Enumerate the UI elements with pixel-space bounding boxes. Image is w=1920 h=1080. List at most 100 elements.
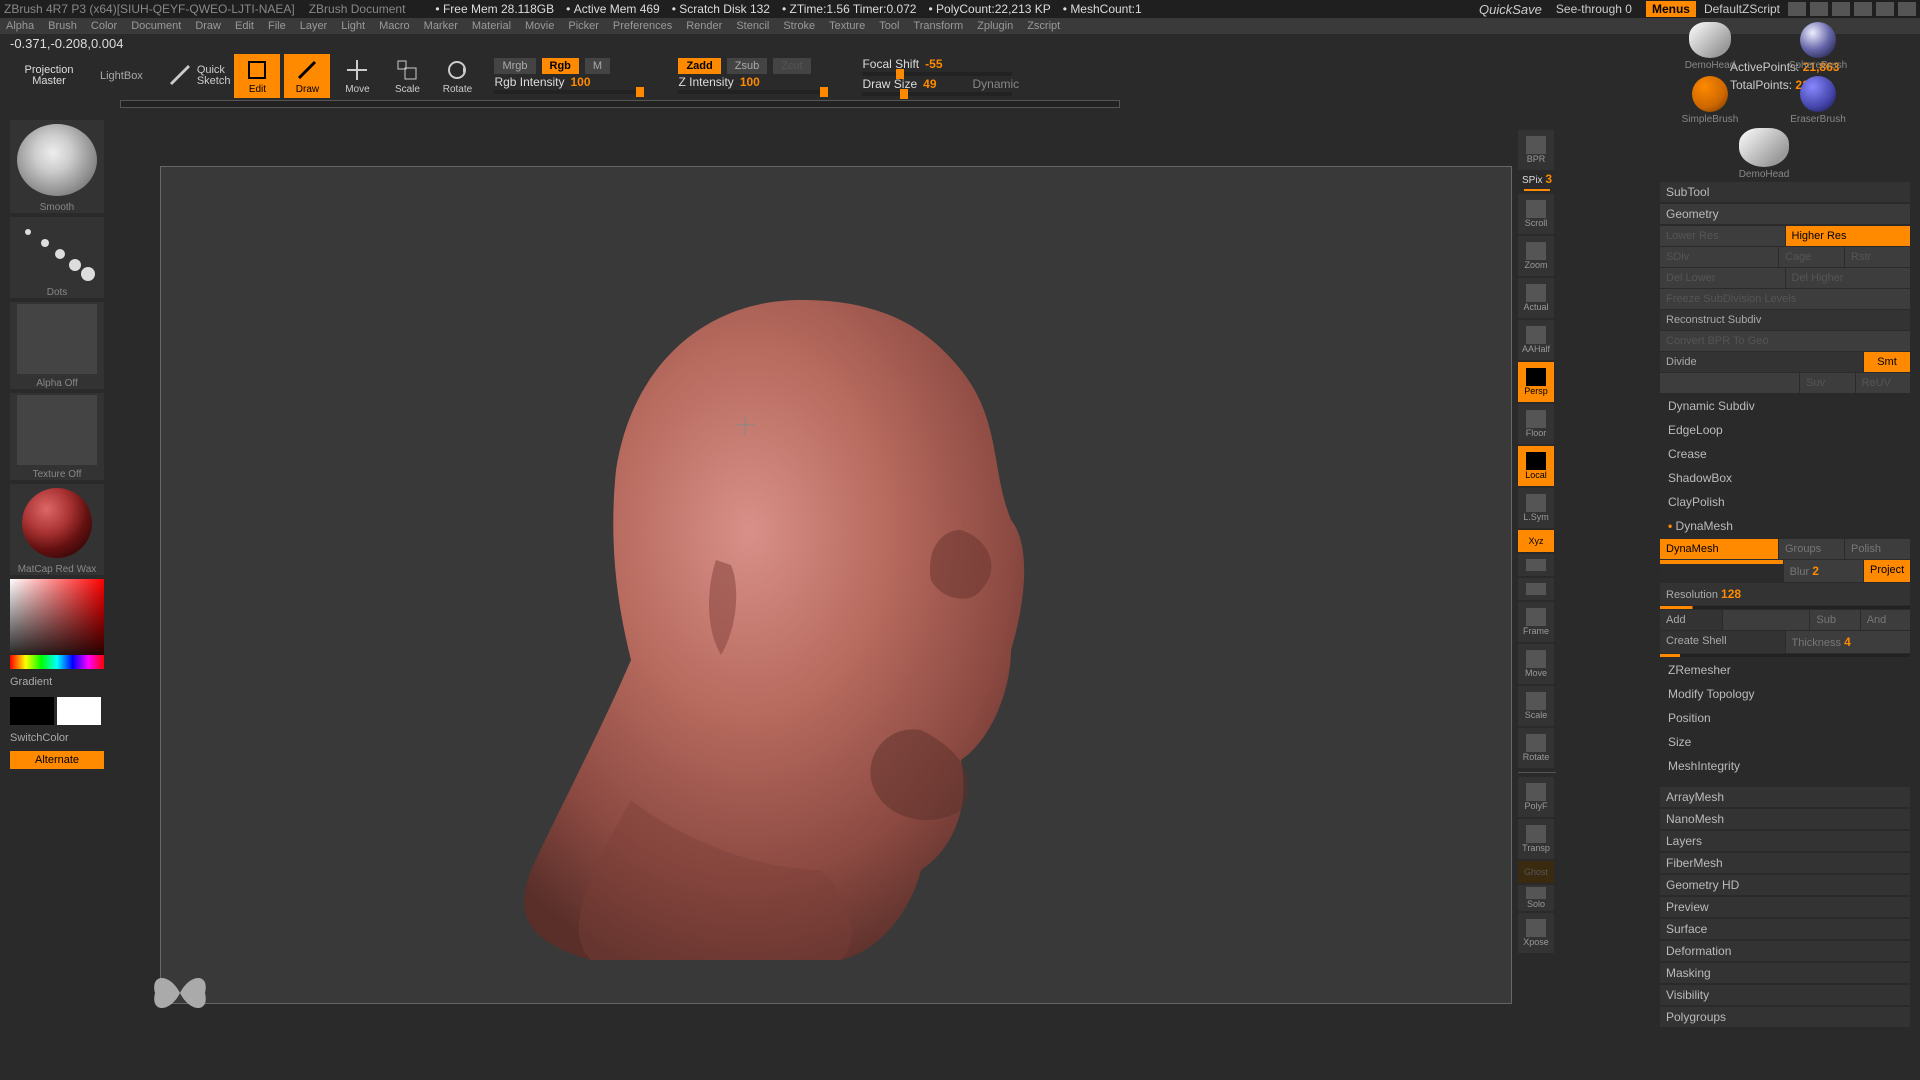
smt-toggle[interactable]: Smt — [1864, 352, 1910, 372]
sub-button[interactable]: Sub — [1810, 610, 1859, 630]
edit-button[interactable]: Edit — [234, 54, 280, 98]
scale-nav-button[interactable]: Scale — [1518, 686, 1554, 726]
color-swatch-black[interactable] — [10, 697, 54, 725]
size-section[interactable]: Size — [1660, 731, 1910, 753]
tool-thumb-spherebrush[interactable]: SphereBrush — [1768, 20, 1868, 72]
persp-button[interactable]: Persp — [1518, 362, 1554, 402]
menu-layer[interactable]: Layer — [300, 20, 328, 32]
menu-marker[interactable]: Marker — [424, 20, 458, 32]
project-toggle[interactable]: Project — [1864, 560, 1910, 582]
window-chip-3[interactable] — [1832, 2, 1850, 16]
menu-render[interactable]: Render — [686, 20, 722, 32]
lsym-button[interactable]: L.Sym — [1518, 488, 1554, 528]
menu-light[interactable]: Light — [341, 20, 365, 32]
m-button[interactable]: M — [585, 58, 610, 74]
reconstruct-subdiv-button[interactable]: Reconstruct Subdiv — [1660, 310, 1910, 330]
tool-thumb-simplebrush[interactable]: SimpleBrush — [1660, 74, 1760, 126]
scroll-button[interactable]: Scroll — [1518, 194, 1554, 234]
section-fibermesh[interactable]: FiberMesh — [1660, 853, 1910, 873]
section-polygroups[interactable]: Polygroups — [1660, 1007, 1910, 1027]
quicksave-button[interactable]: QuickSave — [1479, 2, 1542, 17]
section-geometryhd[interactable]: Geometry HD — [1660, 875, 1910, 895]
xpose-button[interactable]: Xpose — [1518, 913, 1554, 953]
section-masking[interactable]: Masking — [1660, 963, 1910, 983]
thickness-slider[interactable]: Thickness 4 — [1786, 631, 1911, 653]
aahalf-button[interactable]: AAHalf — [1518, 320, 1554, 360]
del-lower-button[interactable]: Del Lower — [1660, 268, 1785, 288]
projection-master-button[interactable]: ProjectionMaster — [10, 59, 88, 93]
actual-button[interactable]: Actual — [1518, 278, 1554, 318]
and-button[interactable]: And — [1861, 610, 1910, 630]
menu-draw[interactable]: Draw — [195, 20, 221, 32]
rotate-nav-button[interactable]: Rotate — [1518, 728, 1554, 768]
color-picker[interactable] — [10, 579, 104, 669]
modify-topology-section[interactable]: Modify Topology — [1660, 683, 1910, 705]
bpr-button[interactable]: BPR — [1518, 130, 1554, 170]
menu-material[interactable]: Material — [472, 20, 511, 32]
convert-bpr-button[interactable]: Convert BPR To Geo — [1660, 331, 1910, 351]
position-section[interactable]: Position — [1660, 707, 1910, 729]
menu-transform[interactable]: Transform — [913, 20, 963, 32]
section-layers[interactable]: Layers — [1660, 831, 1910, 851]
maximize-icon[interactable] — [1876, 2, 1894, 16]
z-intensity-slider[interactable] — [678, 90, 828, 94]
zadd-button[interactable]: Zadd — [678, 58, 720, 74]
menu-preferences[interactable]: Preferences — [613, 20, 672, 32]
hue-strip[interactable] — [10, 655, 104, 669]
rgb-button[interactable]: Rgb — [542, 58, 579, 74]
mrgb-button[interactable]: Mrgb — [494, 58, 535, 74]
menu-tool[interactable]: Tool — [879, 20, 899, 32]
texture-selector[interactable]: Texture Off — [10, 393, 104, 480]
section-arraymesh[interactable]: ArrayMesh — [1660, 787, 1910, 807]
menu-color[interactable]: Color — [91, 20, 117, 32]
scale-button[interactable]: Scale — [384, 54, 430, 98]
menu-stroke[interactable]: Stroke — [783, 20, 815, 32]
dynamesh-section[interactable]: • DynaMesh — [1660, 515, 1910, 537]
dynamesh-button[interactable]: DynaMesh — [1660, 539, 1778, 559]
close-icon[interactable] — [1898, 2, 1916, 16]
crease-section[interactable]: Crease — [1660, 443, 1910, 465]
timeline-scrub[interactable] — [120, 100, 1120, 108]
cage-button[interactable]: Cage — [1779, 247, 1844, 267]
polyf-button[interactable]: PolyF — [1518, 777, 1554, 817]
rotate-button[interactable]: Rotate — [434, 54, 480, 98]
suv-toggle[interactable]: Suv — [1800, 373, 1854, 393]
xyz-button[interactable]: Xyz — [1518, 530, 1554, 552]
menu-stencil[interactable]: Stencil — [736, 20, 769, 32]
tool-thumb-current[interactable]: DemoHead — [1660, 128, 1868, 180]
spix-readout[interactable]: SPix 3 — [1518, 172, 1556, 186]
section-geometry[interactable]: Geometry — [1660, 204, 1910, 224]
add-button[interactable]: Add — [1660, 610, 1722, 630]
menu-document[interactable]: Document — [131, 20, 181, 32]
transp-button[interactable]: Transp — [1518, 819, 1554, 859]
section-preview[interactable]: Preview — [1660, 897, 1910, 917]
minimize-icon[interactable] — [1854, 2, 1872, 16]
rgb-intensity-slider[interactable] — [494, 90, 644, 94]
alpha-selector[interactable]: Alpha Off — [10, 302, 104, 389]
grid-button-2[interactable] — [1518, 578, 1554, 600]
section-deformation[interactable]: Deformation — [1660, 941, 1910, 961]
del-higher-button[interactable]: Del Higher — [1786, 268, 1911, 288]
section-nanomesh[interactable]: NanoMesh — [1660, 809, 1910, 829]
frame-button[interactable]: Frame — [1518, 602, 1554, 642]
brush-selector[interactable]: Smooth — [10, 120, 104, 213]
menu-file[interactable]: File — [268, 20, 286, 32]
seethrough-slider[interactable]: See-through 0 — [1556, 2, 1632, 16]
zremesher-section[interactable]: ZRemesher — [1660, 659, 1910, 681]
menu-brush[interactable]: Brush — [48, 20, 77, 32]
window-chip-1[interactable] — [1788, 2, 1806, 16]
section-subtool[interactable]: SubTool — [1660, 182, 1910, 202]
zsub-button[interactable]: Zsub — [727, 58, 767, 74]
menu-zplugin[interactable]: Zplugin — [977, 20, 1013, 32]
gradient-toggle[interactable]: Gradient — [10, 673, 104, 691]
stroke-selector[interactable]: Dots — [10, 217, 104, 298]
divide-button[interactable]: Divide — [1660, 352, 1863, 372]
freeze-subdiv-button[interactable]: Freeze SubDivision Levels — [1660, 289, 1910, 309]
zoom-button[interactable]: Zoom — [1518, 236, 1554, 276]
grid-button-1[interactable] — [1518, 554, 1554, 576]
section-surface[interactable]: Surface — [1660, 919, 1910, 939]
edgeloop-section[interactable]: EdgeLoop — [1660, 419, 1910, 441]
menu-movie[interactable]: Movie — [525, 20, 554, 32]
move-button[interactable]: Move — [334, 54, 380, 98]
reuv-toggle[interactable]: ReUV — [1856, 373, 1910, 393]
